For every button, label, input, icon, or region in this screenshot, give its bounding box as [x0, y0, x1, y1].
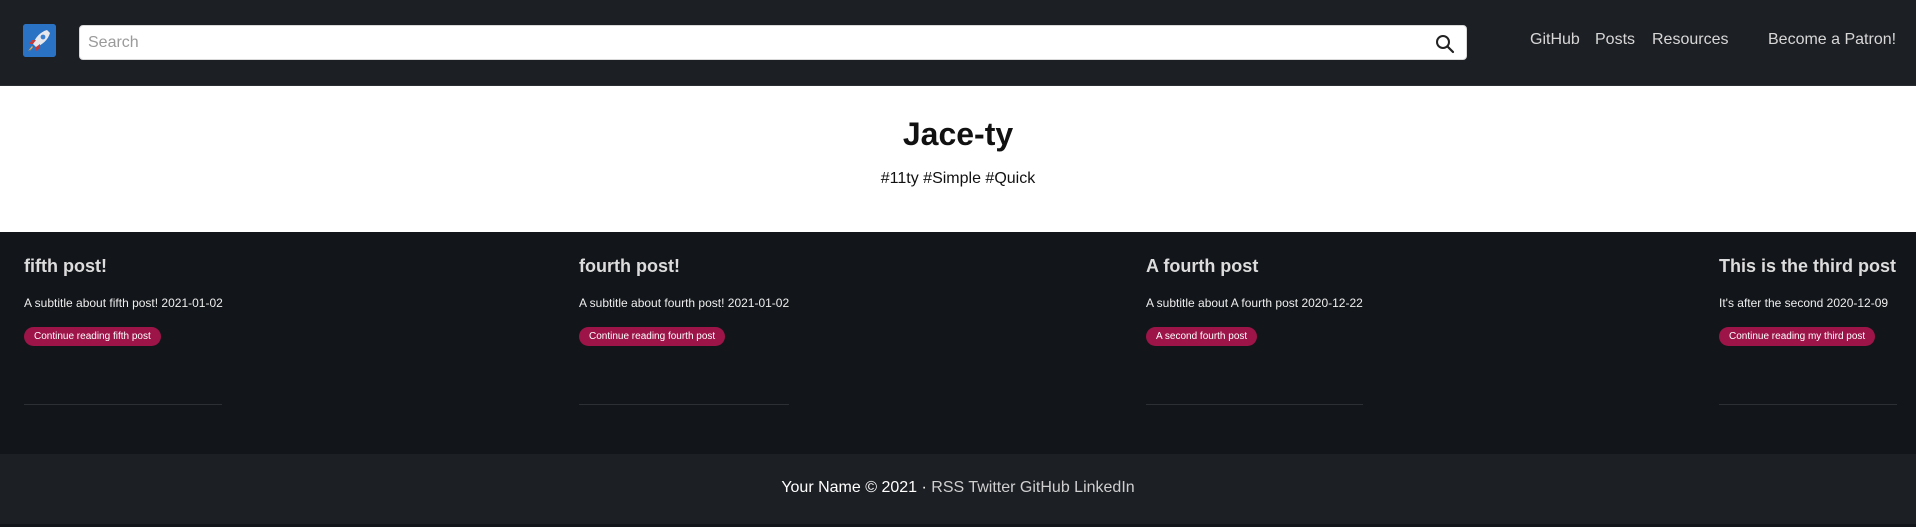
post-subtitle: A subtitle about fifth post! 2021-01-02	[24, 296, 223, 310]
continue-reading-button[interactable]: Continue reading fourth post	[579, 327, 726, 346]
nav-links: GitHub Posts Resources Become a Patron!	[0, 31, 1916, 51]
post-divider	[1146, 404, 1363, 405]
nav-link-posts[interactable]: Posts	[1595, 31, 1635, 49]
continue-reading-button[interactable]: Continue reading my third post	[1719, 327, 1876, 346]
post-subtitle: It's after the second 2020-12-09	[1719, 296, 1889, 310]
continue-reading-button[interactable]: Continue reading fifth post	[24, 327, 161, 346]
site-title: Jace-ty	[902, 116, 1014, 152]
post-list: fifth post! A subtitle about fifth post!…	[0, 232, 1916, 454]
footer-link-linkedin[interactable]: LinkedIn	[1074, 479, 1135, 496]
nav-link-resources[interactable]: Resources	[1652, 31, 1728, 49]
post-title[interactable]: This is the third post	[1719, 256, 1896, 277]
nav-link-become-a-patron[interactable]: Become a Patron!	[1768, 31, 1896, 49]
hero: Jace-ty #11ty #Simple #Quick	[0, 86, 1916, 232]
footer-link-rss[interactable]: RSS	[931, 479, 964, 496]
nav-link-github[interactable]: GitHub	[1530, 31, 1580, 49]
post-title[interactable]: fourth post!	[579, 256, 680, 277]
footer: Your Name © 2021 · RSS Twitter GitHub Li…	[0, 454, 1916, 524]
post-subtitle: A subtitle about fourth post! 2021-01-02	[579, 296, 790, 310]
continue-reading-button[interactable]: A second fourth post	[1146, 327, 1258, 346]
post-title[interactable]: A fourth post	[1146, 256, 1258, 277]
post-subtitle: A subtitle about A fourth post 2020-12-2…	[1146, 296, 1363, 310]
post-divider	[24, 404, 222, 405]
site-tags: #11ty #Simple #Quick	[880, 170, 1036, 187]
footer-content: Your Name © 2021 · RSS Twitter GitHub Li…	[0, 479, 1916, 497]
navbar: GitHub Posts Resources Become a Patron!	[0, 0, 1916, 86]
post-divider	[579, 404, 789, 405]
post-divider	[1719, 404, 1897, 405]
post-title[interactable]: fifth post!	[24, 256, 107, 277]
footer-copyright: Your Name © 2021 ·	[781, 479, 927, 496]
footer-link-github[interactable]: GitHub	[1020, 479, 1070, 496]
footer-link-twitter[interactable]: Twitter	[968, 479, 1015, 496]
